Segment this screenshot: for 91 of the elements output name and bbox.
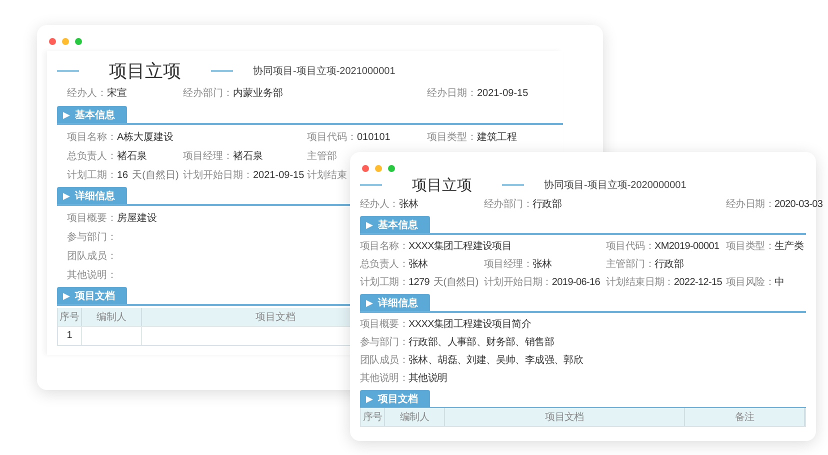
field-label: 参与部门： [67, 232, 117, 243]
field-value: 张林 [408, 259, 428, 270]
column-header: 编制人 [385, 408, 445, 426]
field-label: 经办部门： [183, 88, 233, 99]
triangle-icon [366, 222, 373, 228]
field-label: 项目经理： [484, 259, 533, 270]
field-value: 行政部 [532, 199, 562, 210]
zoom-button[interactable] [388, 165, 395, 172]
field-value: XXXX集团工程建设项目 [408, 241, 512, 252]
form-title: 项目立项 [108, 60, 182, 83]
field-value: XM2019-00001 [654, 241, 720, 252]
triangle-icon [366, 300, 373, 306]
column-header: 序号 [58, 308, 82, 326]
field-value: 张林 [532, 259, 552, 270]
close-button[interactable] [362, 165, 369, 172]
field-value: 2021-09-15 [477, 88, 528, 99]
field-value: 生产类 [774, 241, 804, 252]
field-label: 项目代码： [307, 132, 357, 143]
field-label: 经办人： [360, 199, 399, 210]
field-value: 2021-09-15 [253, 170, 304, 181]
field-value: 宋宣 [107, 88, 127, 99]
field-value: 中 [774, 277, 784, 288]
field-label: 项目类型： [427, 132, 477, 143]
column-header: 序号 [361, 408, 385, 426]
section-header[interactable]: 详细信息 [360, 294, 430, 311]
field-value: 房屋建设 [117, 213, 157, 224]
field-label: 总负责人： [67, 151, 117, 162]
field-label: 项目经理： [183, 151, 233, 162]
section-header[interactable]: 项目文档 [360, 390, 430, 407]
minimize-button[interactable] [62, 38, 69, 45]
section-header[interactable]: 项目文档 [57, 287, 127, 304]
field-value: 褚石泉 [233, 151, 263, 162]
field-label: 经办日期： [726, 199, 775, 210]
field-label: 团队成员： [67, 251, 117, 262]
triangle-icon [63, 112, 70, 118]
field-label: 计划结束日期： [606, 277, 674, 288]
table-cell: 1 [58, 326, 82, 345]
field-label: 其他说明： [360, 373, 409, 384]
field-value: 张林 [398, 199, 418, 210]
field-label: 项目类型： [726, 241, 775, 252]
unit-label: 天(自然日) [132, 170, 179, 181]
field-label: 经办部门： [484, 199, 533, 210]
field-value: 其他说明 [408, 373, 448, 384]
field-label: 项目名称： [67, 132, 117, 143]
section-header[interactable]: 基本信息 [57, 106, 127, 123]
field-label: 主管部门： [606, 259, 655, 270]
column-header: 备注 [685, 408, 805, 426]
field-label: 团队成员： [360, 355, 409, 366]
field-value: 行政部 [654, 259, 684, 270]
field-value: 张林、胡磊、刘建、吴帅、李成强、郭欣 [408, 355, 584, 366]
form-code: 协同项目-项目立项-2021000001 [253, 64, 396, 78]
field-value: 2019-06-16 [552, 277, 600, 288]
field-value: 2022-12-15 [674, 277, 722, 288]
field-label: 计划开始日期： [183, 170, 253, 181]
minimize-button[interactable] [375, 165, 382, 172]
field-label: 计划开始日期： [484, 277, 552, 288]
triangle-icon [63, 292, 70, 300]
close-button[interactable] [49, 38, 56, 45]
field-value: XXXX集团工程建设项目简介 [408, 319, 531, 330]
triangle-icon [366, 396, 373, 402]
field-label: 计划结束 [307, 170, 347, 181]
field-value: 2020-03-03 [774, 199, 823, 210]
field-label: 主管部 [307, 151, 337, 162]
field-value: 褚石泉 [117, 151, 147, 162]
field-label: 计划工期： [67, 170, 117, 181]
zoom-button[interactable] [75, 38, 82, 45]
triangle-icon [63, 192, 70, 200]
field-label: 参与部门： [360, 337, 409, 348]
field-value: A栋大厦建设 [117, 132, 174, 143]
field-label: 项目风险： [726, 277, 775, 288]
field-value: 行政部、人事部、财务部、销售部 [408, 337, 554, 348]
form-title: 项目立项 [411, 176, 473, 194]
column-header: 项目文档 [445, 408, 685, 426]
field-value: 010101 [357, 132, 390, 143]
field-label: 经办日期： [427, 88, 477, 99]
section-header[interactable]: 详细信息 [57, 187, 127, 204]
field-value: 内蒙业务部 [233, 88, 283, 99]
field-label: 经办人： [67, 88, 107, 99]
field-label: 项目概要： [67, 213, 117, 224]
field-label: 计划工期： [360, 277, 409, 288]
field-label: 项目名称： [360, 241, 409, 252]
section-header[interactable]: 基本信息 [360, 216, 430, 233]
unit-label: 天(自然日) [434, 277, 478, 288]
field-value: 16 [117, 170, 128, 181]
field-value: 1279 [408, 277, 430, 288]
form-code: 协同项目-项目立项-2020000001 [544, 178, 686, 192]
field-label: 其他说明： [67, 270, 117, 281]
column-header: 编制人 [82, 308, 142, 326]
field-value: 建筑工程 [477, 132, 517, 143]
field-label: 项目代码： [606, 241, 655, 252]
field-label: 总负责人： [360, 259, 409, 270]
